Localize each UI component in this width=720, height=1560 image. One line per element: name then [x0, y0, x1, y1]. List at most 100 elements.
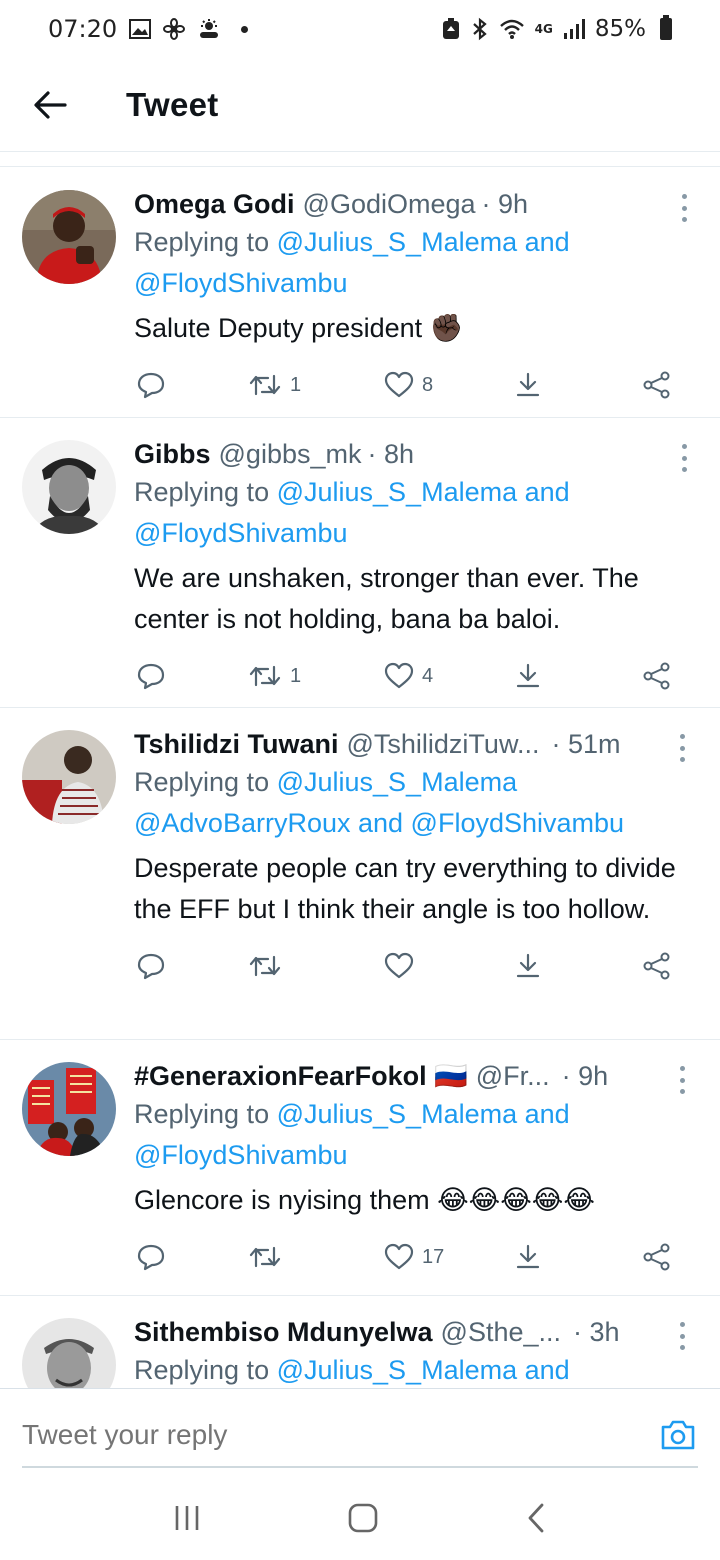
reply-button[interactable]: [136, 952, 248, 980]
avatar[interactable]: [22, 1318, 116, 1388]
user-handle: @Sthe_...: [440, 1317, 562, 1347]
arrow-left-icon: [34, 90, 67, 119]
reply-button[interactable]: [136, 662, 248, 690]
recent-apps-button[interactable]: [172, 1504, 202, 1537]
avatar[interactable]: [22, 730, 116, 824]
home-icon: [348, 1503, 378, 1532]
reply-tweet[interactable]: Sithembiso Mdunyelwa @Sthe_... · 3h Repl…: [0, 1296, 720, 1388]
like-button[interactable]: 17: [384, 1243, 514, 1271]
avatar[interactable]: [22, 440, 116, 534]
mention-link[interactable]: @Julius_S_Malema: [277, 767, 518, 797]
replying-prefix: Replying to: [134, 767, 277, 797]
more-options-icon[interactable]: [674, 194, 694, 222]
mention-link[interactable]: @FloydShivambu: [134, 268, 348, 298]
replies-feed[interactable]: Omega Godi @GodiOmega · 9h Replying to @…: [0, 168, 720, 1388]
replying-prefix: Replying to: [134, 1355, 277, 1385]
status-time: 07:20: [48, 15, 118, 43]
nav-back-button[interactable]: [524, 1502, 548, 1539]
back-button[interactable]: [0, 58, 100, 152]
home-button[interactable]: [347, 1502, 379, 1539]
tweet-text: We are unshaken, stronger than ever. The…: [134, 563, 639, 634]
user-handle: @Fr...: [475, 1061, 550, 1091]
system-nav-bar: [0, 1480, 720, 1560]
page-title: Tweet: [126, 85, 219, 123]
share-button[interactable]: [642, 662, 672, 690]
tweet-time: · 8h: [367, 439, 415, 469]
like-count: 8: [422, 373, 434, 396]
share-button[interactable]: [642, 1243, 672, 1271]
retweet-button[interactable]: [248, 1244, 384, 1270]
replying-to: Replying to @Julius_S_Malema and @FloydS…: [134, 222, 698, 304]
heart-icon: [384, 952, 414, 979]
like-button[interactable]: 8: [384, 371, 514, 399]
reply-button[interactable]: [136, 371, 248, 399]
replying-prefix: Replying to: [134, 227, 277, 257]
mention-link[interactable]: @Julius_S_Malema and: [277, 1355, 570, 1385]
like-button[interactable]: [384, 952, 514, 980]
replying-prefix: Replying to: [134, 1099, 277, 1129]
retweet-icon: [249, 955, 281, 977]
reply-tweet[interactable]: #GeneraxionFearFokol 🇷🇺 @Fr... · 9h Repl…: [0, 1040, 720, 1296]
retweet-button[interactable]: 1: [248, 663, 384, 689]
tweet-actions: 1 4: [136, 644, 698, 708]
mention-link[interactable]: @AdvoBarryRoux and @FloydShivambu: [134, 808, 624, 838]
reply-tweet[interactable]: Omega Godi @GodiOmega · 9h Replying to @…: [0, 168, 720, 418]
mention-link[interactable]: @Julius_S_Malema and: [277, 477, 570, 507]
reply-input[interactable]: [22, 1418, 658, 1451]
tweet-header: Omega Godi @GodiOmega · 9h: [134, 186, 698, 222]
tweet-time: · 51m: [551, 729, 621, 759]
camera-button[interactable]: [658, 1415, 698, 1455]
tweet-time: · 3h: [573, 1317, 620, 1347]
like-button[interactable]: 4: [384, 662, 514, 690]
reply-button[interactable]: [136, 1243, 248, 1271]
retweet-count: 1: [290, 664, 302, 687]
display-name[interactable]: Gibbs: [134, 436, 211, 472]
retweet-icon: [249, 665, 281, 687]
retweet-count: 1: [290, 373, 302, 396]
more-options-icon[interactable]: [674, 444, 694, 472]
download-button[interactable]: [514, 952, 642, 980]
more-options-icon[interactable]: [672, 1066, 692, 1094]
download-button[interactable]: [514, 662, 642, 690]
mention-link[interactable]: @Julius_S_Malema and: [277, 227, 570, 257]
tweet-time: · 9h: [481, 189, 529, 219]
bluetooth-icon: [472, 17, 487, 41]
display-name[interactable]: Tshilidzi Tuwani: [134, 726, 339, 762]
more-options-icon[interactable]: [672, 1322, 692, 1350]
share-icon: [643, 371, 670, 399]
share-button[interactable]: [642, 952, 672, 980]
mention-link[interactable]: @FloydShivambu: [134, 518, 348, 548]
download-button[interactable]: [514, 371, 642, 399]
reply-icon: [137, 663, 165, 690]
heart-icon: [384, 371, 414, 398]
gallery-icon: [129, 19, 152, 39]
divider: [0, 153, 720, 167]
dot-icon: [241, 25, 249, 33]
reply-icon: [137, 372, 165, 399]
user-handle: @gibbs_mk: [218, 439, 362, 469]
display-name[interactable]: Omega Godi: [134, 186, 295, 222]
mention-link[interactable]: @Julius_S_Malema and: [277, 1099, 570, 1129]
avatar[interactable]: [22, 1062, 116, 1156]
back-icon: [528, 1503, 544, 1532]
retweet-button[interactable]: 1: [248, 372, 384, 398]
signal-icon: [563, 19, 585, 39]
share-button[interactable]: [642, 371, 672, 399]
share-icon: [643, 1243, 670, 1271]
display-name[interactable]: Sithembiso Mdunyelwa: [134, 1314, 433, 1350]
retweet-button[interactable]: [248, 953, 384, 979]
download-button[interactable]: [514, 1243, 642, 1271]
replying-to: Replying to @Julius_S_Malema @AdvoBarryR…: [134, 762, 698, 844]
reply-tweet[interactable]: Tshilidzi Tuwani @TshilidziTuw... · 51m …: [0, 708, 720, 1040]
more-options-icon[interactable]: [672, 734, 692, 762]
download-icon: [516, 372, 540, 397]
mention-link[interactable]: @FloydShivambu: [134, 1140, 348, 1170]
display-name[interactable]: #GeneraxionFearFokol 🇷🇺: [134, 1058, 468, 1094]
tweet-time: · 9h: [561, 1061, 609, 1091]
avatar[interactable]: [22, 190, 116, 284]
retweet-icon: [249, 374, 281, 396]
reply-tweet[interactable]: Gibbs @gibbs_mk · 8h Replying to @Julius…: [0, 418, 720, 708]
heart-icon: [384, 662, 414, 689]
battery-saver-icon: [442, 18, 459, 39]
camera-icon: [661, 1420, 695, 1449]
